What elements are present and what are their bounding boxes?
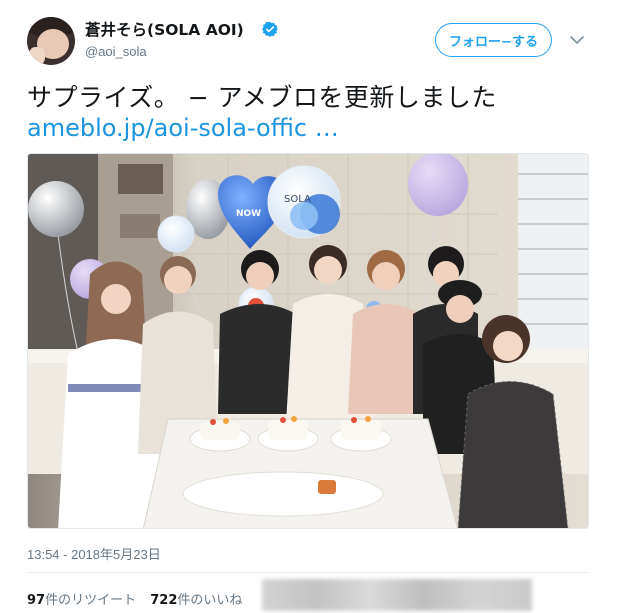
like-count: 722 xyxy=(150,593,178,608)
tweet-link[interactable]: ameblo.jp/aoi-sola-offic … xyxy=(27,114,339,142)
like-stat[interactable]: 722件のいいね xyxy=(150,593,242,608)
follow-button[interactable]: フォロー−する xyxy=(435,23,552,57)
tweet-photo[interactable]: NOW SOLA xyxy=(27,153,589,529)
balloon-text-now: NOW xyxy=(236,209,261,219)
tweet-stats: 97件のリツイート 722件のいいね xyxy=(27,589,252,608)
like-label: 件のいいね xyxy=(177,593,243,608)
retweet-count: 97 xyxy=(27,593,46,608)
display-name[interactable]: 蒼井そら(SOLA AOI) xyxy=(85,18,244,40)
verified-badge-icon xyxy=(262,21,278,37)
divider xyxy=(27,572,589,573)
chevron-down-icon[interactable] xyxy=(569,34,585,46)
tweet-text: サプライズ。 − アメブロを更新しました xyxy=(27,83,497,112)
retweet-stat[interactable]: 97件のリツイート xyxy=(27,593,136,608)
user-handle[interactable]: @aoi_sola xyxy=(85,44,147,59)
balloon-text-sola: SOLA xyxy=(284,194,311,205)
retweet-label: 件のリツイート xyxy=(45,593,137,608)
tweet-timestamp[interactable]: 13:54 - 2018年5月23日 xyxy=(27,544,161,563)
avatar[interactable] xyxy=(27,17,75,65)
likers-avatars[interactable] xyxy=(262,579,532,611)
party-photo: NOW SOLA xyxy=(28,154,588,528)
tweet-card: 蒼井そら(SOLA AOI) @aoi_sola フォロー−する サプライズ。 … xyxy=(0,0,617,613)
